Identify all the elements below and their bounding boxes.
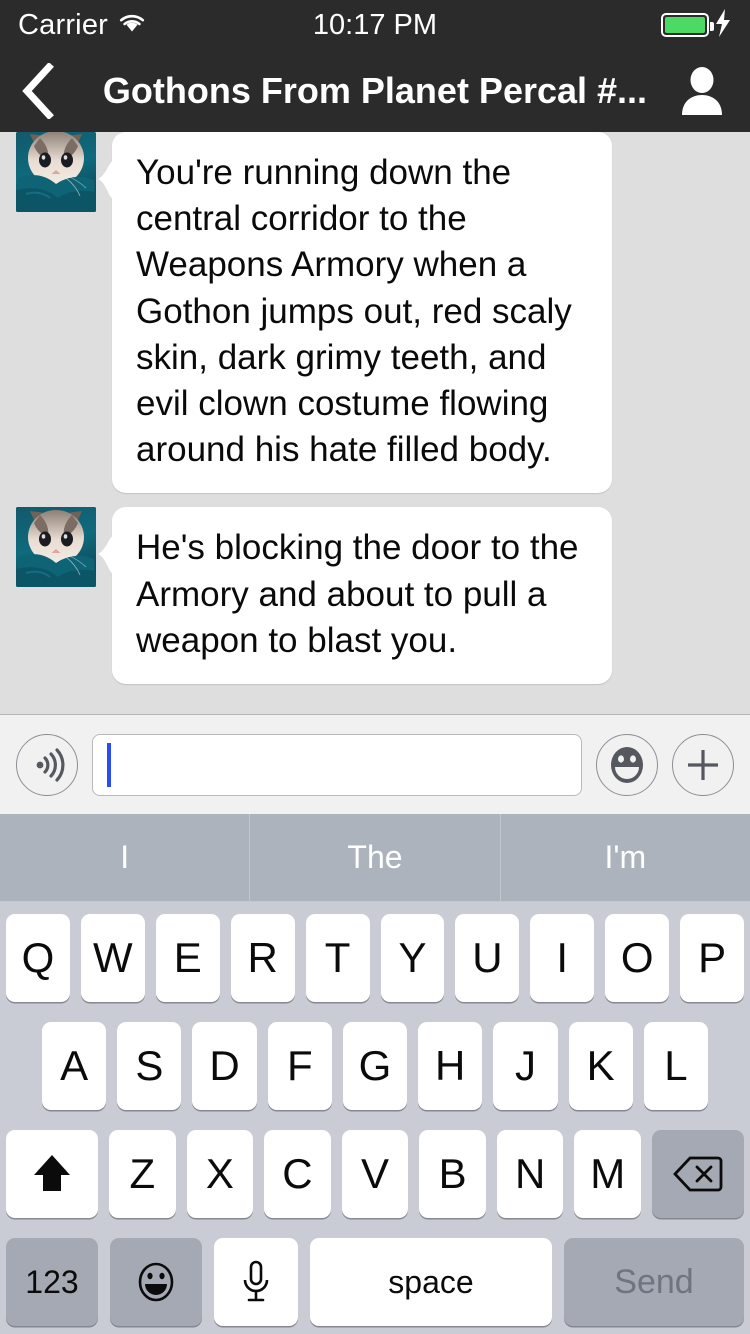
key-u[interactable]: U — [455, 914, 520, 1002]
message-input[interactable] — [92, 733, 582, 796]
predictive-text-bar: I The I'm — [0, 814, 750, 902]
back-button[interactable] — [20, 61, 76, 121]
key-r[interactable]: R — [230, 914, 295, 1002]
key-w[interactable]: W — [80, 914, 145, 1002]
message-row: He's blocking the door to the Armory and… — [0, 507, 750, 684]
phone-screen: Carrier 10:17 PM Gothons From Planet Per… — [0, 0, 750, 1334]
emoji-button[interactable] — [596, 733, 658, 796]
shift-key[interactable] — [5, 1130, 98, 1218]
contact-details-button[interactable] — [674, 61, 730, 121]
key-f[interactable]: F — [267, 1022, 332, 1110]
status-bar-left: Carrier — [18, 9, 147, 42]
keyboard-row-2: A S D F G H J K L — [0, 1022, 750, 1110]
key-b[interactable]: B — [419, 1130, 486, 1218]
key-y[interactable]: Y — [380, 914, 445, 1002]
charging-bolt-icon — [714, 8, 732, 42]
backspace-delete-icon — [673, 1156, 723, 1192]
space-key[interactable]: space — [310, 1238, 552, 1326]
kitten-avatar-image — [16, 132, 96, 212]
key-o[interactable]: O — [605, 914, 670, 1002]
kitten-avatar-image — [16, 507, 96, 588]
key-q[interactable]: Q — [5, 914, 70, 1002]
status-bar: Carrier 10:17 PM — [0, 0, 750, 50]
bubble-tail-icon — [98, 535, 116, 576]
person-icon — [682, 67, 722, 115]
carrier-label: Carrier — [18, 8, 109, 41]
text-caret — [107, 742, 111, 787]
voice-button[interactable] — [16, 733, 78, 796]
key-k[interactable]: K — [568, 1022, 633, 1110]
send-key[interactable]: Send — [564, 1238, 744, 1326]
numbers-key[interactable]: 123 — [6, 1238, 98, 1326]
wifi-icon — [117, 12, 147, 39]
key-l[interactable]: L — [643, 1022, 708, 1110]
keyboard-row-4: 123 space Send — [0, 1238, 750, 1326]
on-screen-keyboard: Q W E R T Y U I O P A S D F G H J K L Z … — [0, 902, 750, 1334]
add-attachment-button[interactable] — [672, 733, 734, 796]
suggestion-1[interactable]: The — [249, 814, 499, 901]
smiley-face-icon — [138, 1262, 174, 1302]
suggestion-0[interactable]: I — [0, 814, 249, 901]
key-n[interactable]: N — [496, 1130, 564, 1218]
key-e[interactable]: E — [155, 914, 220, 1002]
message-text: He's blocking the door to the Armory and… — [112, 507, 612, 684]
nav-bar: Gothons From Planet Percal #... — [0, 50, 750, 132]
message-text: You're running down the central corridor… — [112, 132, 612, 494]
keyboard-row-1: Q W E R T Y U I O P — [0, 914, 750, 1002]
message-input-bar — [0, 714, 750, 814]
message-row: You're running down the central corridor… — [0, 132, 750, 494]
bubble-tail-icon — [98, 160, 116, 200]
plus-icon — [688, 749, 718, 780]
backspace-key[interactable] — [652, 1130, 745, 1218]
key-t[interactable]: T — [305, 914, 370, 1002]
key-c[interactable]: C — [264, 1130, 331, 1218]
smiley-face-icon — [611, 746, 643, 783]
message-list[interactable]: You're running down the central corridor… — [0, 132, 750, 714]
battery-full-icon — [661, 13, 714, 37]
key-a[interactable]: A — [42, 1022, 107, 1110]
kitten-avatar[interactable] — [16, 132, 96, 212]
message-bubble-wrap: He's blocking the door to the Armory and… — [98, 507, 612, 684]
suggestion-2[interactable]: I'm — [499, 814, 750, 901]
dictation-key[interactable] — [214, 1238, 298, 1326]
key-p[interactable]: P — [680, 914, 745, 1002]
emoji-key[interactable] — [110, 1238, 202, 1326]
key-x[interactable]: X — [186, 1130, 254, 1218]
key-h[interactable]: H — [418, 1022, 483, 1110]
key-g[interactable]: G — [342, 1022, 408, 1110]
voice-wave-icon — [36, 747, 65, 782]
shift-arrow-icon — [33, 1155, 70, 1191]
key-j[interactable]: J — [493, 1022, 558, 1110]
kitten-avatar[interactable] — [16, 507, 96, 588]
key-s[interactable]: S — [117, 1022, 182, 1110]
page-title: Gothons From Planet Percal #... — [102, 70, 648, 111]
key-v[interactable]: V — [341, 1130, 409, 1218]
microphone-icon — [243, 1260, 269, 1302]
key-i[interactable]: I — [530, 914, 595, 1002]
message-bubble-wrap: You're running down the central corridor… — [98, 132, 612, 494]
key-d[interactable]: D — [192, 1022, 257, 1110]
status-bar-right — [661, 8, 732, 42]
chevron-left-icon — [22, 63, 54, 119]
keyboard-row-3: Z X C V B N M — [0, 1130, 750, 1218]
key-m[interactable]: M — [574, 1130, 642, 1218]
key-z[interactable]: Z — [108, 1130, 176, 1218]
